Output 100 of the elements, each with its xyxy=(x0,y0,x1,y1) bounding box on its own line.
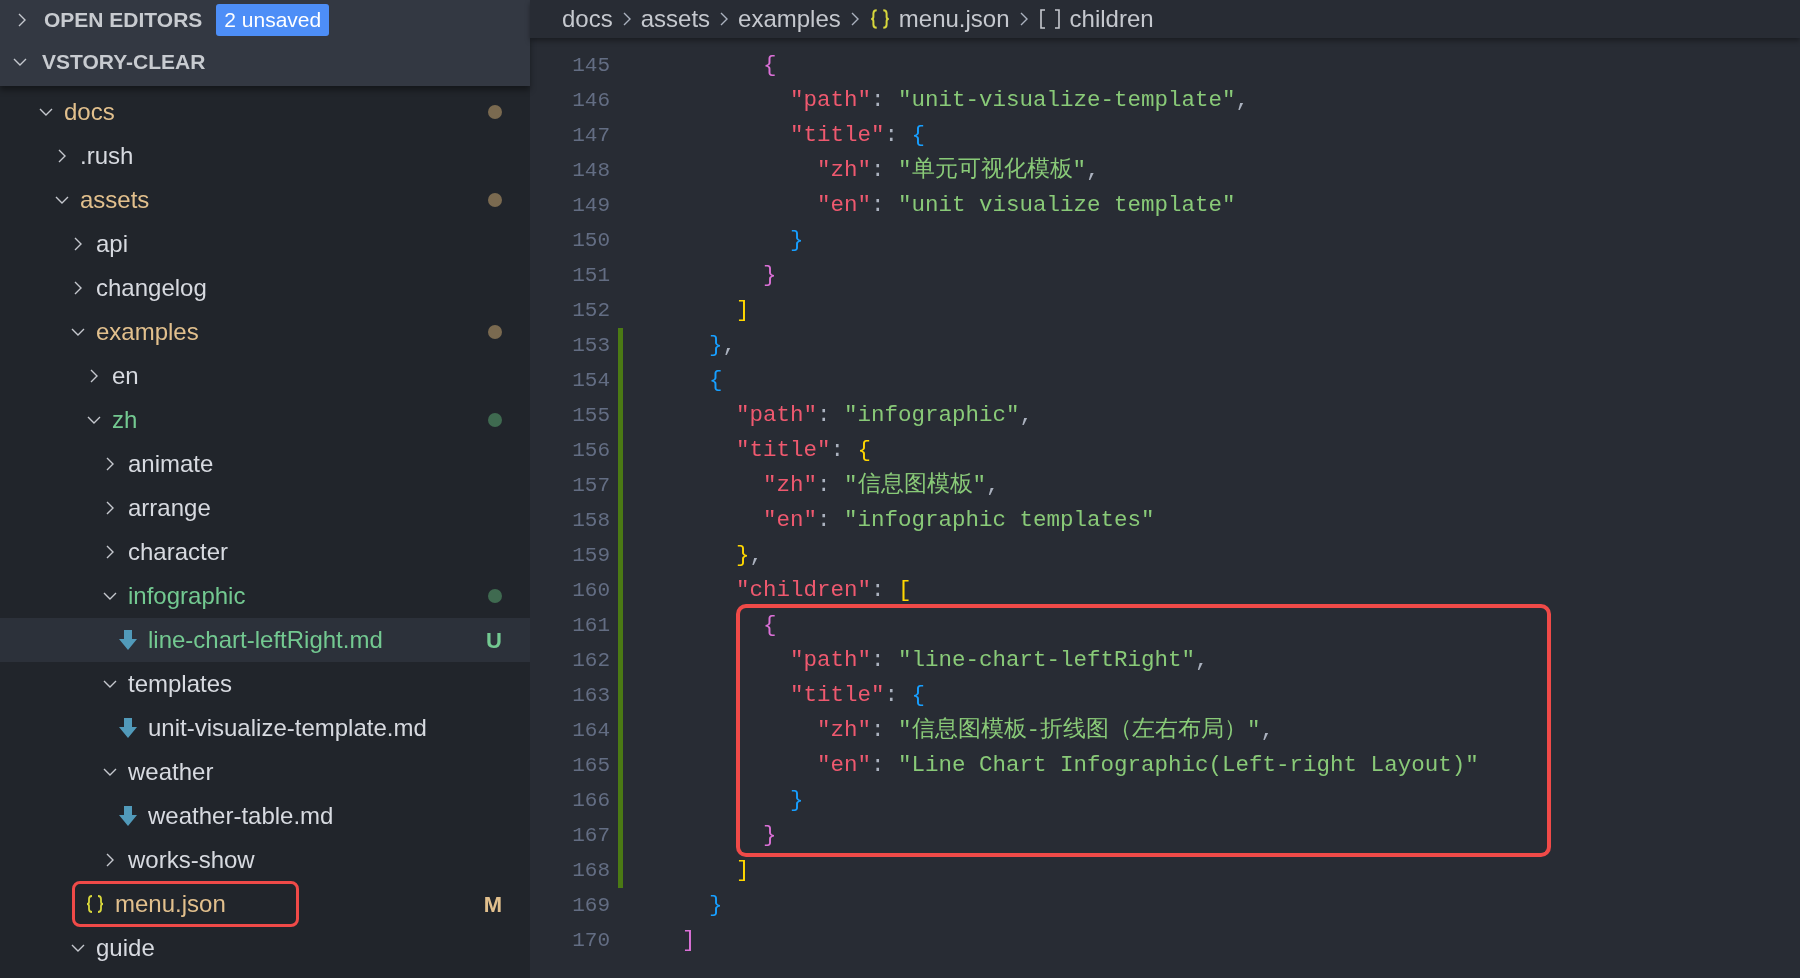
file-name: guide xyxy=(96,933,155,963)
file-name: weather xyxy=(128,757,214,787)
folder-row[interactable]: guide xyxy=(0,926,530,970)
folder-row[interactable]: changelog xyxy=(0,266,530,310)
code-line: "zh": "单元可视化模板", xyxy=(816,155,1100,185)
braces-icon xyxy=(868,8,891,30)
brackets-icon xyxy=(1037,8,1062,30)
down-arrow-icon xyxy=(118,717,138,739)
code-line: "path": "unit-visualize-template", xyxy=(789,85,1250,115)
file-row[interactable]: menu.json M xyxy=(0,882,530,926)
code-line: ] xyxy=(735,295,750,325)
line-number: 167 xyxy=(572,822,610,849)
file-name: templates xyxy=(128,669,233,699)
line-number: 150 xyxy=(572,227,610,254)
section-title: OPEN EDITORS xyxy=(44,7,203,34)
code-line: "title": { xyxy=(789,680,926,710)
code-line: { xyxy=(708,365,723,395)
folder-row[interactable]: examples xyxy=(0,310,530,354)
breadcrumb-item[interactable]: menu.json xyxy=(868,1,1010,37)
line-number: 164 xyxy=(572,717,610,744)
line-number: 145 xyxy=(572,52,610,79)
line-number: 160 xyxy=(572,577,610,604)
code-line: ] xyxy=(735,855,750,885)
folder-row[interactable]: api xyxy=(0,222,530,266)
file-name: .rush xyxy=(80,141,134,171)
line-number: 151 xyxy=(572,262,610,289)
folder-row[interactable]: en xyxy=(0,354,530,398)
folder-row[interactable]: animate xyxy=(0,442,530,486)
file-row[interactable]: weather-table.md xyxy=(0,794,530,838)
folder-row[interactable]: works-show xyxy=(0,838,530,882)
code-line: "zh": "信息图模板", xyxy=(762,470,1000,500)
file-name: menu.json xyxy=(115,889,226,919)
git-status-letter: U xyxy=(486,626,502,655)
line-number: 166 xyxy=(572,787,610,814)
line-number: 155 xyxy=(572,402,610,429)
file-name: examples xyxy=(96,317,199,347)
code-line: ] xyxy=(682,925,696,955)
down-arrow-icon xyxy=(118,629,138,651)
breadcrumb-item[interactable]: docs xyxy=(562,1,613,37)
code-line: "en": "infographic templates" xyxy=(762,505,1155,535)
code-line: "zh": "信息图模板-折线图（左右布局）", xyxy=(816,715,1275,745)
line-number: 163 xyxy=(572,682,610,709)
folder-row[interactable]: templates xyxy=(0,662,530,706)
section-title: VSTORY-CLEAR xyxy=(42,49,206,76)
line-number: 153 xyxy=(572,332,610,359)
line-number: 165 xyxy=(572,752,610,779)
code-line: } xyxy=(789,225,804,255)
line-number: 162 xyxy=(572,647,610,674)
code-line: "en": "unit visualize template" xyxy=(816,190,1236,220)
code-line: { xyxy=(762,50,777,80)
file-name: infographic xyxy=(128,581,246,611)
line-number: 169 xyxy=(572,892,610,919)
breadcrumb-item[interactable]: assets xyxy=(640,1,711,37)
breadcrumb-item[interactable]: examples xyxy=(738,1,841,37)
file-name: character xyxy=(128,537,229,567)
file-name: zh xyxy=(112,405,138,435)
code-line: "en": "Line Chart Infographic(Left-right Layout)" xyxy=(816,750,1479,780)
open-editors-header[interactable]: OPEN EDITORS 2 unsaved xyxy=(0,0,530,40)
folder-row[interactable]: character xyxy=(0,530,530,574)
line-number: 156 xyxy=(572,437,610,464)
folder-row[interactable]: docs xyxy=(0,90,530,134)
file-name: assets xyxy=(80,185,150,215)
folder-row[interactable]: zh xyxy=(0,398,530,442)
file-row[interactable]: line-chart-leftRight.md U xyxy=(0,618,530,662)
file-name: animate xyxy=(128,449,214,479)
code-line: "path": "infographic", xyxy=(735,400,1034,430)
git-status-letter: M xyxy=(483,890,502,919)
code-line: } xyxy=(762,260,777,290)
line-number: 149 xyxy=(572,192,610,219)
file-name: weather-table.md xyxy=(148,801,334,831)
file-name: api xyxy=(96,229,129,259)
folder-row[interactable]: weather xyxy=(0,750,530,794)
file-name: line-chart-leftRight.md xyxy=(148,625,383,655)
file-name: arrange xyxy=(128,493,211,523)
line-number: 158 xyxy=(572,507,610,534)
line-number: 146 xyxy=(572,87,610,114)
line-number: 154 xyxy=(572,367,610,394)
folder-row[interactable]: assets xyxy=(0,178,530,222)
code-line: "title": { xyxy=(735,435,872,465)
unsaved-count-badge: 2 unsaved xyxy=(216,4,330,36)
code-line: } xyxy=(762,820,777,850)
line-number: 170 xyxy=(572,927,610,954)
code-line: "title": { xyxy=(789,120,926,150)
folder-row[interactable]: arrange xyxy=(0,486,530,530)
workspace-header[interactable]: VSTORY-CLEAR xyxy=(0,40,530,84)
line-number: 161 xyxy=(572,612,610,639)
code-line: }, xyxy=(735,540,764,570)
folder-row[interactable]: .rush xyxy=(0,134,530,178)
line-number: 168 xyxy=(572,857,610,884)
braces-icon xyxy=(85,894,105,914)
file-name: en xyxy=(112,361,139,391)
file-row[interactable]: unit-visualize-template.md xyxy=(0,706,530,750)
line-number: 152 xyxy=(572,297,610,324)
line-number: 159 xyxy=(572,542,610,569)
breadcrumb-item[interactable]: children xyxy=(1037,1,1154,37)
code-line: "path": "line-chart-leftRight", xyxy=(789,645,1209,675)
file-name: docs xyxy=(64,97,115,127)
down-arrow-icon xyxy=(118,805,138,827)
line-number: 157 xyxy=(572,472,610,499)
folder-row[interactable]: infographic xyxy=(0,574,530,618)
